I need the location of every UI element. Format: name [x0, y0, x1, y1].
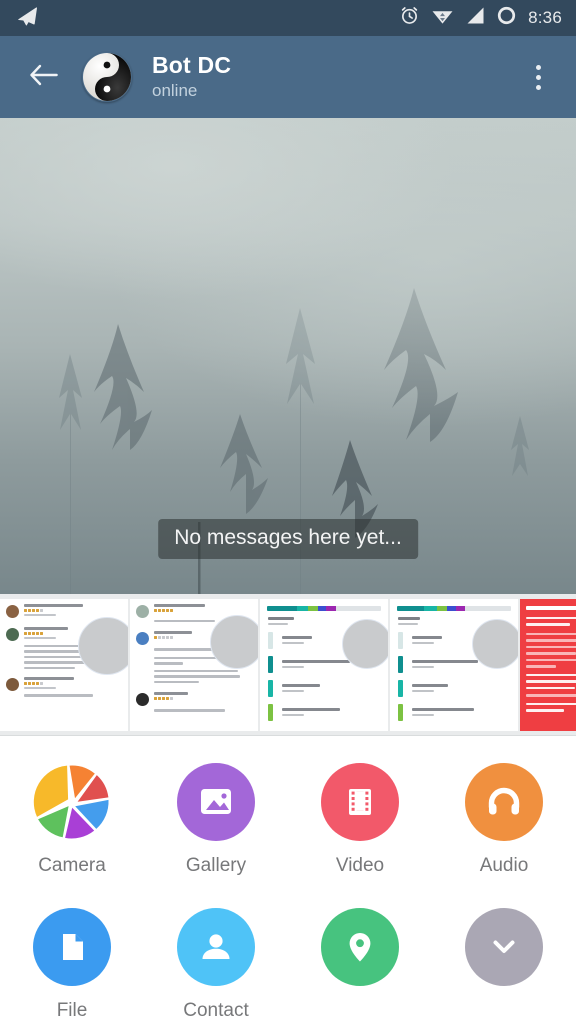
attach-audio[interactable]: Audio — [432, 754, 576, 877]
attach-location[interactable]: Location — [288, 899, 432, 1022]
page-title: Bot DC — [152, 51, 232, 78]
list-item[interactable] — [0, 598, 128, 731]
person-icon — [202, 934, 230, 959]
image-icon — [201, 789, 231, 814]
app-bar: Bot DC online — [0, 36, 576, 118]
attachment-label: File — [56, 1000, 88, 1021]
headphones-icon — [488, 787, 520, 815]
overflow-menu-button[interactable] — [518, 55, 558, 99]
wifi-icon — [431, 6, 454, 30]
attachment-label: Gallery — [185, 855, 247, 876]
back-button[interactable] — [22, 56, 64, 98]
attach-video[interactable]: Video — [288, 754, 432, 877]
film-strip-icon — [349, 789, 371, 815]
list-item[interactable] — [390, 598, 518, 731]
status-bar-clock: 8:36 — [528, 8, 562, 27]
attachment-label: Contact — [183, 1000, 249, 1021]
map-pin-icon — [349, 933, 371, 962]
arrow-left-icon — [27, 61, 59, 94]
attachment-row-2: File Contact Location — [0, 899, 576, 1022]
attachment-label: Location — [324, 1000, 396, 1022]
attachment-picker-panel: Camera Gallery Video Audio File Contact — [0, 736, 576, 1022]
list-item[interactable] — [520, 598, 576, 731]
list-item[interactable] — [260, 598, 388, 731]
status-bar-notifications — [16, 6, 40, 30]
signal-cellular-icon — [465, 6, 485, 30]
attachment-label: Audio — [479, 855, 529, 876]
attach-gallery[interactable]: Gallery — [144, 754, 288, 877]
attach-file[interactable]: File — [0, 899, 144, 1022]
more-vertical-icon — [535, 74, 541, 80]
attach-collapse[interactable] — [432, 899, 576, 1022]
attach-contact[interactable]: Contact — [144, 899, 288, 1022]
attach-camera[interactable]: Camera — [0, 754, 144, 877]
status-bar: 8:36 — [0, 0, 576, 36]
chat-header-titles[interactable]: Bot DC online — [152, 52, 231, 103]
online-status: online — [152, 81, 198, 101]
telegram-paperplane-icon — [16, 6, 40, 30]
more-vertical-icon — [535, 84, 541, 90]
alarm-clock-icon — [399, 5, 420, 31]
battery-ring-icon — [496, 5, 517, 31]
attachment-label: Camera — [38, 855, 106, 876]
camera-shutter-icon — [33, 765, 109, 839]
attachment-label: Video — [335, 855, 385, 876]
yin-yang-avatar — [83, 53, 131, 101]
empty-chat-notice: No messages here yet... — [158, 519, 418, 559]
list-item[interactable] — [130, 598, 258, 731]
attachment-row-1: Camera Gallery Video Audio — [0, 754, 576, 877]
avatar[interactable] — [82, 52, 132, 102]
document-icon — [63, 934, 83, 960]
status-bar-icons: 8:36 — [399, 5, 562, 31]
more-vertical-icon — [535, 64, 541, 70]
recent-photos-strip[interactable] — [0, 594, 576, 736]
chevron-down-icon — [493, 940, 515, 953]
